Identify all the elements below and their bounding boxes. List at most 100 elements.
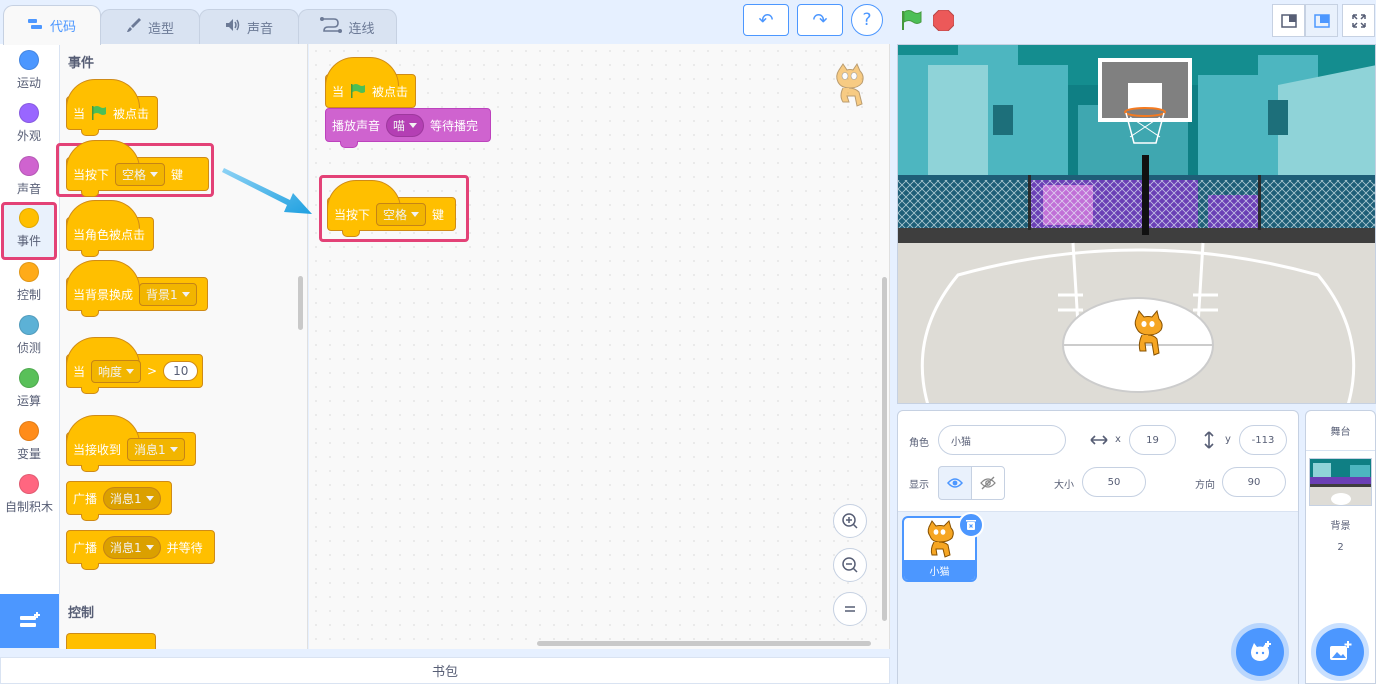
category-operators[interactable]: 运算 xyxy=(0,362,58,415)
eye-slash-icon xyxy=(980,476,996,490)
category-events[interactable]: 事件 xyxy=(1,202,57,260)
category-looks[interactable]: 外观 xyxy=(0,97,58,150)
backpack-bar[interactable]: 书包 xyxy=(0,657,890,684)
palette-when-backdrop-switches-block[interactable]: 当背景换成 背景1 xyxy=(66,260,208,317)
tab-costumes[interactable]: 造型 xyxy=(100,9,200,44)
category-sound[interactable]: 声音 xyxy=(0,150,58,203)
palette-scrollbar[interactable] xyxy=(298,276,303,330)
code-when-flag-clicked-block[interactable]: 当 被点击 xyxy=(325,57,416,108)
choose-backdrop-button[interactable] xyxy=(1316,628,1364,676)
choose-sprite-button[interactable] xyxy=(1236,628,1284,676)
palette-when-backdrop-prefix: 当背景换成 xyxy=(73,287,134,302)
palette-broadcast-wait-suffix: 并等待 xyxy=(166,540,203,555)
category-looks-label: 外观 xyxy=(16,129,41,143)
palette-sensor-dropdown[interactable]: 响度 xyxy=(91,359,142,383)
code-sound-dropdown[interactable]: 喵 xyxy=(386,113,425,137)
palette-threshold-input[interactable]: 10 xyxy=(163,361,199,381)
backdrop-label: 背景 xyxy=(1330,521,1351,532)
code-when-key-pressed-block[interactable]: 当按下 空格 键 xyxy=(327,180,456,237)
backdrop-count: 2 xyxy=(1337,542,1344,553)
palette-when-key-pressed-block[interactable]: 当按下 空格 键 xyxy=(66,140,209,197)
category-control[interactable]: 控制 xyxy=(0,256,58,309)
palette-backdrop-dropdown[interactable]: 背景1 xyxy=(139,282,197,306)
palette-broadcast-wait-dropdown[interactable]: 消息1 xyxy=(103,535,161,559)
caret-down-icon xyxy=(409,122,418,128)
eye-icon xyxy=(947,478,963,488)
add-extension-button[interactable] xyxy=(0,594,59,648)
palette-receive-dropdown[interactable]: 消息1 xyxy=(127,437,185,461)
zoom-out-button[interactable] xyxy=(833,548,867,582)
category-sound-label: 声音 xyxy=(16,182,41,196)
palette-when-flag-clicked-block[interactable]: 当 被点击 xyxy=(66,79,158,136)
palette-when-receive-block[interactable]: 当接收到 消息1 xyxy=(66,415,196,472)
stage-pane-title: 舞台 xyxy=(1306,411,1375,451)
drag-arrow-icon xyxy=(222,168,312,214)
caret-down-icon xyxy=(145,495,154,501)
code-icon xyxy=(27,17,44,35)
fullscreen-icon xyxy=(1351,13,1366,28)
x-position-input[interactable]: 19 xyxy=(1129,425,1176,455)
control-dot-icon xyxy=(19,262,39,282)
palette-key-dropdown[interactable]: 空格 xyxy=(115,162,166,186)
small-stage-button[interactable] xyxy=(1272,4,1305,37)
palette-broadcast-block[interactable]: 广播 消息1 xyxy=(66,481,172,521)
help-button[interactable]: ? xyxy=(851,4,883,36)
zoom-in-icon xyxy=(842,513,858,529)
caret-down-icon xyxy=(150,171,159,177)
undo-button[interactable]: ↶ xyxy=(743,4,789,36)
palette-receive-value: 消息1 xyxy=(134,442,166,457)
normal-stage-button[interactable] xyxy=(1305,4,1338,37)
size-input[interactable]: 50 xyxy=(1082,467,1146,497)
category-menu: 运动 外观 声音 事件 控制 侦测 运算 变量 自制积木 xyxy=(0,44,60,594)
tab-sounds[interactable]: 声音 xyxy=(199,9,299,44)
palette-when-greater-than-block[interactable]: 当 响度 > 10 xyxy=(66,337,203,394)
extension-icon xyxy=(19,612,40,627)
motion-dot-icon xyxy=(19,50,39,70)
category-events-label: 事件 xyxy=(16,234,41,248)
zoom-in-button[interactable] xyxy=(833,504,867,538)
palette-broadcast-dropdown[interactable]: 消息1 xyxy=(103,486,161,510)
category-sensing[interactable]: 侦测 xyxy=(0,309,58,362)
hide-sprite-button[interactable] xyxy=(971,466,1005,500)
show-sprite-button[interactable] xyxy=(938,466,972,500)
category-variables[interactable]: 变量 xyxy=(0,415,58,468)
delete-sprite-button[interactable] xyxy=(958,512,984,538)
category-my-blocks-label: 自制积木 xyxy=(4,500,53,514)
x-label: x xyxy=(1115,434,1121,445)
size-label: 大小 xyxy=(1054,480,1074,491)
y-position-input[interactable]: -113 xyxy=(1239,425,1287,455)
category-motion[interactable]: 运动 xyxy=(0,44,58,97)
show-label: 显示 xyxy=(909,480,929,491)
cat-sprite-icon xyxy=(927,520,954,558)
code-key-dropdown[interactable]: 空格 xyxy=(376,202,427,226)
palette-control-block-partial[interactable] xyxy=(66,633,156,649)
sprite-name-input[interactable]: 小猫 xyxy=(938,425,1066,455)
sprite-name-label: 角色 xyxy=(909,438,929,449)
palette-when-sprite-clicked-label: 当角色被点击 xyxy=(73,227,146,242)
code-when-key-prefix: 当按下 xyxy=(334,207,371,222)
code-horizontal-scrollbar[interactable] xyxy=(537,641,871,646)
code-key-value: 空格 xyxy=(383,207,408,222)
tab-connect-label: 连线 xyxy=(348,21,375,37)
palette-broadcast-and-wait-block[interactable]: 广播 消息1 并等待 xyxy=(66,530,215,570)
direction-input[interactable]: 90 xyxy=(1222,467,1286,497)
tab-connect[interactable]: 连线 xyxy=(298,9,397,44)
code-vertical-scrollbar[interactable] xyxy=(882,277,887,621)
code-play-sound-until-done-block[interactable]: 播放声音 喵 等待播完 xyxy=(325,108,491,148)
sound-dot-icon xyxy=(19,156,39,176)
zoom-reset-button[interactable] xyxy=(833,592,867,626)
zoom-out-icon xyxy=(842,557,858,573)
fullscreen-button[interactable] xyxy=(1342,4,1375,37)
tab-code[interactable]: 代码 xyxy=(3,5,101,45)
category-my-blocks[interactable]: 自制积木 xyxy=(0,468,58,521)
stop-button[interactable] xyxy=(933,10,954,31)
palette-when-sprite-clicked-block[interactable]: 当角色被点击 xyxy=(66,200,154,257)
undo-icon: ↶ xyxy=(758,9,774,31)
trash-icon xyxy=(966,520,976,530)
caret-down-icon xyxy=(411,211,420,217)
green-flag-button[interactable] xyxy=(900,9,922,31)
redo-button[interactable]: ↷ xyxy=(797,4,843,36)
sprite-thumbnail-name: 小猫 xyxy=(904,560,975,580)
stage-canvas[interactable] xyxy=(897,44,1376,404)
backdrop-thumbnail[interactable] xyxy=(1309,458,1372,506)
